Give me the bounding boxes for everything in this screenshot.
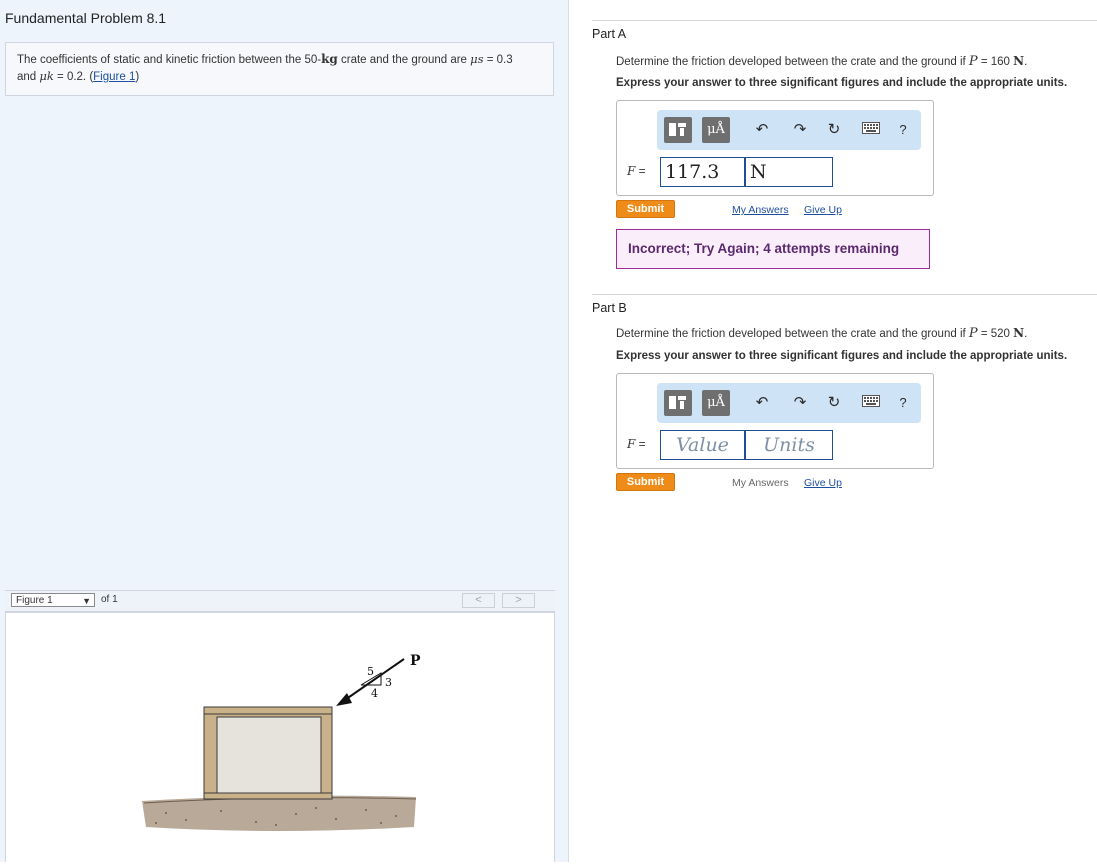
part-b-question-unit: N bbox=[1013, 326, 1025, 340]
part-b-divider bbox=[592, 294, 1097, 295]
keyboard-icon[interactable] bbox=[861, 393, 881, 413]
undo-icon[interactable]: ↶ bbox=[752, 393, 772, 413]
mu-s-symbol: μs bbox=[470, 52, 484, 66]
help-icon[interactable]: ? bbox=[893, 120, 913, 140]
part-b-instruction: Express your answer to three significant… bbox=[616, 350, 1068, 362]
part-a-question-end: . bbox=[1024, 56, 1028, 68]
problem-text-and: and bbox=[17, 71, 40, 83]
part-b-question-value: = 520 bbox=[977, 328, 1014, 340]
part-a-question-text: Determine the friction developed between… bbox=[616, 56, 969, 68]
part-b-submit-button[interactable]: Submit bbox=[616, 473, 675, 491]
problem-panel: Fundamental Problem 8.1 The coefficients… bbox=[0, 0, 569, 862]
slope-hypotenuse-label: 5 bbox=[367, 665, 374, 678]
next-figure-button[interactable]: > bbox=[502, 593, 535, 608]
force-label: P bbox=[410, 653, 421, 669]
part-a-units-input[interactable]: N bbox=[745, 157, 833, 187]
part-a-answer-box: μÅ ↶ ↷ ↻ ? F = 117.3 N bbox=[616, 100, 934, 196]
undo-icon[interactable]: ↶ bbox=[752, 120, 772, 140]
part-b-var-label: F = bbox=[627, 437, 646, 451]
part-a-divider bbox=[592, 20, 1097, 21]
keyboard-icon[interactable] bbox=[861, 120, 881, 140]
part-b-question-text: Determine the friction developed between… bbox=[616, 328, 969, 340]
part-a-var-label: F = bbox=[627, 164, 646, 178]
templates-icon[interactable] bbox=[664, 390, 692, 416]
dropdown-caret-icon: ▼ bbox=[82, 596, 91, 606]
problem-text-2: crate and the ground are bbox=[337, 54, 471, 66]
reset-icon[interactable]: ↻ bbox=[824, 393, 844, 413]
part-b-give-up-link[interactable]: Give Up bbox=[804, 477, 842, 489]
problem-statement-box: The coefficients of static and kinetic f… bbox=[5, 42, 554, 96]
part-a-title: Part A bbox=[592, 27, 627, 41]
part-a-question: Determine the friction developed between… bbox=[616, 54, 1027, 69]
mass-unit: kg bbox=[321, 52, 338, 66]
part-b-toolbar: μÅ ↶ ↷ ↻ ? bbox=[657, 383, 921, 423]
part-b-question-end: . bbox=[1024, 328, 1028, 340]
part-a-question-var: P bbox=[968, 54, 978, 69]
part-a-toolbar: μÅ ↶ ↷ ↻ ? bbox=[657, 110, 921, 150]
part-a-feedback: Incorrect; Try Again; 4 attempts remaini… bbox=[616, 229, 930, 269]
part-a-give-up-link[interactable]: Give Up bbox=[804, 204, 842, 216]
redo-icon[interactable]: ↷ bbox=[790, 393, 810, 413]
figure-navigation-bar: Figure 1 ▼ of 1 < > bbox=[5, 590, 555, 612]
figure-link[interactable]: Figure 1 bbox=[93, 71, 135, 83]
part-a-equals: = bbox=[635, 164, 646, 178]
part-b: Part B Determine the friction developed … bbox=[592, 294, 1097, 514]
problem-text-close: ) bbox=[135, 71, 140, 83]
part-b-question-var: P bbox=[968, 326, 978, 341]
units-icon[interactable]: μÅ bbox=[702, 117, 730, 143]
figure-area: P 5 3 4 bbox=[5, 612, 555, 862]
part-a-my-answers-link[interactable]: My Answers bbox=[732, 204, 789, 216]
figure-count: of 1 bbox=[101, 594, 118, 605]
figure-select[interactable]: Figure 1 ▼ bbox=[11, 593, 95, 607]
part-a-instruction: Express your answer to three significant… bbox=[616, 77, 1068, 89]
crate-figure: P 5 3 4 bbox=[142, 653, 421, 831]
templates-icon[interactable] bbox=[664, 117, 692, 143]
part-a: Part A Determine the friction developed … bbox=[592, 20, 1097, 280]
prev-figure-button[interactable]: < bbox=[462, 593, 495, 608]
help-icon[interactable]: ? bbox=[893, 393, 913, 413]
reset-icon[interactable]: ↻ bbox=[824, 120, 844, 140]
part-b-equals: = bbox=[635, 437, 646, 451]
figure-select-value: Figure 1 bbox=[16, 595, 53, 606]
problem-title: Fundamental Problem 8.1 bbox=[5, 10, 167, 26]
mu-k-value: = 0.2. ( bbox=[53, 71, 94, 83]
problem-text-1: The coefficients of static and kinetic f… bbox=[17, 54, 322, 66]
crate-panel bbox=[216, 716, 322, 794]
mu-k-symbol: μk bbox=[39, 69, 54, 83]
units-icon[interactable]: μÅ bbox=[702, 390, 730, 416]
slope-run-label: 4 bbox=[371, 687, 378, 700]
part-a-submit-button[interactable]: Submit bbox=[616, 200, 675, 218]
part-b-question: Determine the friction developed between… bbox=[616, 326, 1027, 341]
problem-statement: The coefficients of static and kinetic f… bbox=[17, 51, 547, 85]
part-a-question-value: = 160 bbox=[977, 56, 1014, 68]
part-a-value-input[interactable]: 117.3 bbox=[660, 157, 745, 187]
mu-s-value: = 0.3 bbox=[483, 54, 513, 66]
part-b-answer-box: μÅ ↶ ↷ ↻ ? F = Value Units bbox=[616, 373, 934, 469]
part-b-title: Part B bbox=[592, 301, 627, 315]
part-b-units-input[interactable]: Units bbox=[745, 430, 833, 460]
part-a-question-unit: N bbox=[1013, 54, 1025, 68]
force-arrowhead bbox=[336, 693, 352, 706]
part-b-my-answers-link[interactable]: My Answers bbox=[732, 477, 789, 489]
slope-rise-label: 3 bbox=[385, 676, 392, 689]
redo-icon[interactable]: ↷ bbox=[790, 120, 810, 140]
part-b-value-input[interactable]: Value bbox=[660, 430, 745, 460]
